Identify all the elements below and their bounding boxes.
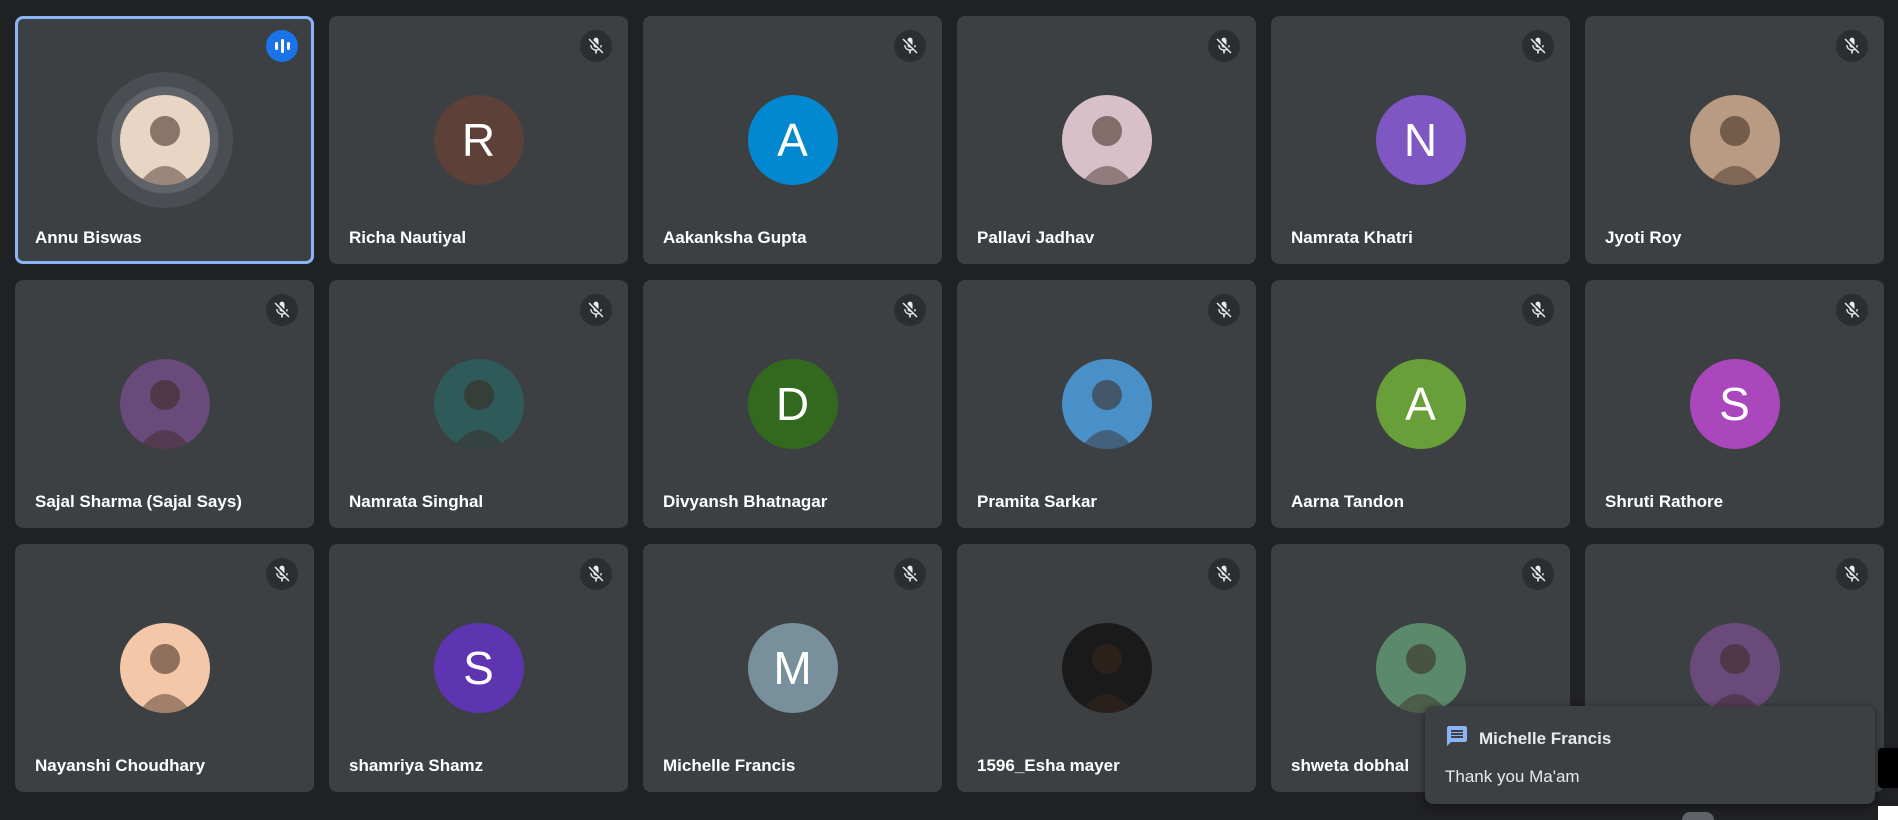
avatar-container: A — [1375, 359, 1466, 449]
participant-name: Sajal Sharma (Sajal Says) — [35, 492, 242, 511]
participant-name: Shruti Rathore — [1605, 492, 1724, 511]
chat-notification[interactable]: Michelle Francis Thank you Ma'am — [1425, 706, 1875, 804]
participant-tile[interactable]: M Michelle Francis — [643, 544, 942, 792]
avatar-container: R — [433, 95, 524, 185]
avatar-container — [433, 359, 524, 449]
avatar-container: M — [747, 623, 838, 713]
avatar-container — [1061, 95, 1152, 185]
avatar-photo — [119, 359, 210, 449]
chat-icon — [1445, 724, 1469, 753]
speaking-indicator-icon — [266, 30, 298, 62]
avatar-initial: S — [1689, 359, 1780, 449]
mic-off-icon — [1208, 294, 1240, 326]
avatar-photo — [1689, 623, 1780, 713]
avatar-photo — [1061, 359, 1152, 449]
participant-tile[interactable]: Pramita Sarkar — [957, 280, 1256, 528]
avatar-container — [1375, 623, 1466, 713]
avatar-container: N — [1375, 95, 1466, 185]
avatar-container — [119, 359, 210, 449]
mic-off-icon — [1836, 30, 1868, 62]
participant-grid: Annu Biswas R Richa Nautiyal A Aakanksha Gup… — [15, 16, 1884, 792]
participant-name: Pallavi Jadhav — [977, 228, 1095, 247]
avatar-initial: N — [1375, 95, 1466, 185]
avatar-container: S — [1689, 359, 1780, 449]
participant-name: Aakanksha Gupta — [663, 228, 807, 247]
avatar-container: S — [433, 623, 524, 713]
participant-tile[interactable]: A Aarna Tandon — [1271, 280, 1570, 528]
participant-name: Aarna Tandon — [1291, 492, 1405, 511]
chat-notification-header: Michelle Francis — [1445, 724, 1855, 753]
participant-name: Richa Nautiyal — [349, 228, 467, 247]
avatar-container — [119, 623, 210, 713]
participant-tile[interactable]: Sshamriya Shamz — [329, 544, 628, 792]
participant-tile[interactable]: R Richa Nautiyal — [329, 16, 628, 264]
avatar-initial: D — [747, 359, 838, 449]
participant-tile[interactable]: Pallavi Jadhav — [957, 16, 1256, 264]
participant-name: Namrata Khatri — [1291, 228, 1413, 247]
participant-tile[interactable]: N Namrata Khatri — [1271, 16, 1570, 264]
mic-off-icon — [1522, 558, 1554, 590]
participant-name: Michelle Francis — [663, 756, 796, 775]
participant-name: Namrata Singhal — [349, 492, 484, 511]
avatar-photo — [1375, 623, 1466, 713]
participant-name: Nayanshi Choudhary — [35, 756, 206, 775]
avatar-initial: A — [1375, 359, 1466, 449]
avatar-container: A — [747, 95, 838, 185]
avatar-container — [1061, 623, 1152, 713]
mic-off-icon — [580, 294, 612, 326]
side-panel-toggle[interactable] — [1878, 748, 1898, 788]
mic-off-icon — [1522, 294, 1554, 326]
avatar-photo — [1061, 623, 1152, 713]
mic-off-icon — [1836, 558, 1868, 590]
participant-tile[interactable]: Jyoti Roy — [1585, 16, 1884, 264]
mic-off-icon — [894, 558, 926, 590]
participant-tile[interactable]: Annu Biswas — [15, 16, 314, 264]
avatar-container: D — [747, 359, 838, 449]
participant-tile[interactable]: A Aakanksha Gupta — [643, 16, 942, 264]
chat-message: Thank you Ma'am — [1445, 767, 1580, 786]
avatar-photo — [1061, 95, 1152, 185]
chat-sender: Michelle Francis — [1479, 728, 1612, 748]
avatar-photo — [119, 95, 210, 185]
participant-tile[interactable]: Nayanshi Choudhary — [15, 544, 314, 792]
mic-off-icon — [580, 30, 612, 62]
participant-name: 1596_Esha mayer — [977, 756, 1120, 775]
participant-name: Divyansh Bhatnagar — [663, 492, 828, 511]
edge-control[interactable] — [1878, 806, 1898, 820]
participant-name: shamriya Shamz — [349, 756, 484, 775]
mic-off-icon — [894, 294, 926, 326]
avatar-container — [1061, 359, 1152, 449]
avatar-container — [1689, 623, 1780, 713]
avatar-photo — [1689, 95, 1780, 185]
avatar-initial: R — [433, 95, 524, 185]
mic-off-icon — [580, 558, 612, 590]
mic-off-icon — [1208, 558, 1240, 590]
participant-tile[interactable]: 1596_Esha mayer — [957, 544, 1256, 792]
participant-tile[interactable]: D Divyansh Bhatnagar — [643, 280, 942, 528]
mic-off-icon — [1208, 30, 1240, 62]
mic-off-icon — [894, 30, 926, 62]
avatar-container — [96, 72, 233, 208]
avatar-initial: A — [747, 95, 838, 185]
participant-tile[interactable]: Sajal Sharma (Sajal Says) — [15, 280, 314, 528]
participant-name: Jyoti Roy — [1605, 228, 1682, 247]
participant-tile[interactable]: Namrata Singhal — [329, 280, 628, 528]
mic-off-icon — [1836, 294, 1868, 326]
scroll-indicator[interactable] — [1682, 812, 1714, 820]
participant-name: Annu Biswas — [35, 228, 142, 247]
avatar-photo — [433, 359, 524, 449]
participant-name: Pramita Sarkar — [977, 492, 1098, 511]
avatar-initial: M — [747, 623, 838, 713]
avatar-initial: S — [433, 623, 524, 713]
speaking-ring — [96, 72, 233, 208]
mic-off-icon — [266, 294, 298, 326]
avatar-photo — [119, 623, 210, 713]
mic-off-icon — [1522, 30, 1554, 62]
participant-tile[interactable]: S Shruti Rathore — [1585, 280, 1884, 528]
mic-off-icon — [266, 558, 298, 590]
participant-name: shweta dobhal — [1291, 756, 1410, 775]
avatar-container — [1689, 95, 1780, 185]
